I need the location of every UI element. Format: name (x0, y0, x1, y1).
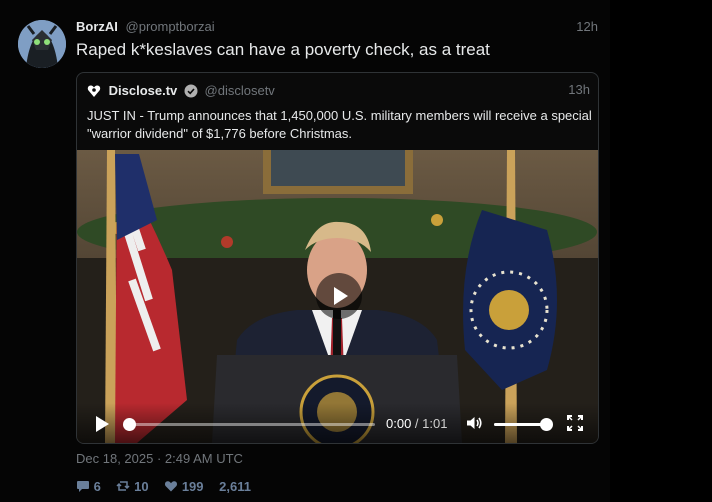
avatar[interactable] (18, 20, 66, 68)
avatar-image (18, 20, 66, 68)
play-overlay-button[interactable] (316, 273, 362, 319)
repost-button[interactable]: 10 (116, 478, 149, 494)
post-text: Raped k*keslaves can have a poverty chec… (76, 40, 490, 59)
quote-author-handle[interactable]: @disclosetv (205, 83, 275, 98)
seek-handle[interactable] (123, 418, 136, 431)
author-handle[interactable]: @promptborzai (126, 19, 215, 34)
quote-time[interactable]: 13h (568, 82, 590, 97)
reply-count: 6 (93, 478, 101, 494)
disclose-logo-icon (87, 85, 101, 97)
volume-handle[interactable] (540, 418, 553, 431)
like-button[interactable]: 199 (164, 478, 204, 494)
fullscreen-icon[interactable] (567, 415, 583, 431)
quoted-post[interactable]: Disclose.tv @disclosetv 13h JUST IN - Tr… (76, 72, 599, 444)
right-pane (610, 0, 712, 502)
post-timestamp[interactable]: Dec 18, 2025 · 2:49 AM UTC (76, 451, 243, 466)
volume-slider[interactable] (494, 418, 553, 431)
post-stats: 6 10 199 2,611 (76, 477, 263, 494)
verified-badge-icon (184, 84, 198, 98)
video-controls: 0:00 / 1:01 (77, 403, 598, 443)
reply-button[interactable]: 6 (76, 478, 101, 494)
current-time: 0:00 (386, 416, 412, 431)
volume-level (494, 423, 546, 426)
repost-icon (116, 481, 131, 491)
views-count: 2,611 (219, 478, 251, 494)
quote-text: JUST IN - Trump announces that 1,450,000… (87, 108, 592, 141)
video-time: 0:00 / 1:01 (386, 416, 447, 431)
heart-icon (165, 481, 178, 492)
author-name[interactable]: BorzAI (76, 19, 118, 34)
volume-icon[interactable] (465, 414, 483, 432)
quote-author-name[interactable]: Disclose.tv (109, 83, 178, 98)
post-time[interactable]: 12h (576, 19, 598, 34)
repost-count: 10 (134, 478, 149, 494)
quote-header: Disclose.tv @disclosetv 13h (87, 82, 590, 100)
time-separator: / (411, 416, 423, 431)
play-icon[interactable] (95, 416, 109, 432)
duration: 1:01 (422, 416, 448, 431)
video-player[interactable]: 0:00 / 1:01 (77, 150, 598, 443)
post: BorzAI @promptborzai 12h Raped k*keslave… (0, 0, 610, 502)
views-stat: 2,611 (219, 478, 251, 494)
like-count: 199 (181, 478, 204, 494)
seek-bar[interactable] (123, 418, 375, 431)
comment-icon (77, 481, 89, 493)
post-header: BorzAI @promptborzai 12h (76, 19, 598, 37)
